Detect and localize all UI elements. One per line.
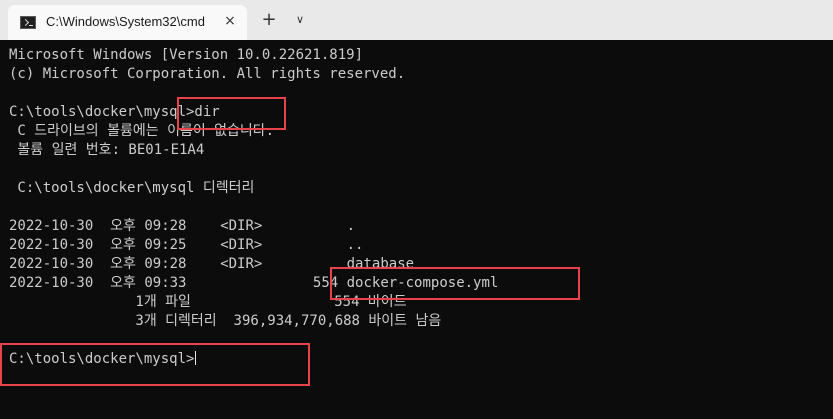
tab-title: C:\Windows\System32\cmd	[46, 14, 205, 29]
console-line-volume-serial: 볼륨 일련 번호: BE01-E1A4	[9, 142, 205, 158]
tab-bar: C:\Windows\System32\cmd × + ∨	[0, 0, 833, 40]
highlight-dir-command	[177, 97, 286, 130]
console-line-version: Microsoft Windows [Version 10.0.22621.81…	[9, 47, 364, 63]
dir-entry-current: 2022-10-30 오후 09:28 <DIR> .	[9, 218, 356, 234]
highlight-prompt	[0, 343, 310, 386]
tab-dropdown-button[interactable]: ∨	[290, 10, 310, 30]
dir-entry-parent: 2022-10-30 오후 09:25 <DIR> ..	[9, 237, 364, 253]
close-tab-icon[interactable]: ×	[220, 11, 240, 31]
terminal-icon	[20, 16, 36, 29]
dir-summary-dirs: 3개 디렉터리 396,934,770,688 바이트 남음	[9, 313, 442, 329]
console-line-directory-of: C:\tools\docker\mysql 디렉터리	[9, 180, 255, 196]
console-line-copyright: (c) Microsoft Corporation. All rights re…	[9, 66, 406, 82]
new-tab-button[interactable]: +	[258, 9, 280, 31]
console-line-command-dir: C:\tools\docker\mysql>dir	[9, 104, 220, 120]
console-line-volume-label: C 드라이브의 볼륨에는 이름이 없습니다.	[9, 123, 275, 139]
tab-cmd[interactable]: C:\Windows\System32\cmd ×	[8, 5, 247, 40]
highlight-docker-compose-file	[330, 267, 580, 300]
